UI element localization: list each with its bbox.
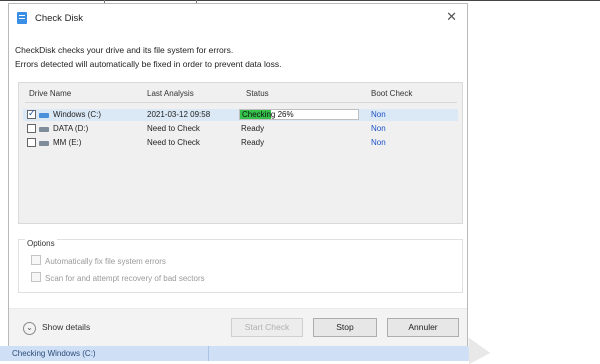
drive-icon — [39, 127, 49, 132]
check-disk-dialog: Check Disk ✕ CheckDisk checks your drive… — [8, 3, 468, 346]
column-header-boot-check[interactable]: Boot Check — [371, 89, 412, 98]
drive-list[interactable]: Drive Name Last Analysis Status Boot Che… — [18, 82, 463, 224]
column-header-status[interactable]: Status — [246, 89, 269, 98]
check-progress-bar: Checking 26% — [239, 109, 359, 120]
drive-name: DATA (D:) — [53, 124, 89, 133]
scan-sectors-label: Scan for and attempt recovery of bad sec… — [45, 274, 205, 283]
dialog-footer: ⌄ Show details Start Check Stop Annuler — [9, 308, 467, 346]
column-header-last-analysis[interactable]: Last Analysis — [147, 89, 194, 98]
check-disk-app-icon — [17, 12, 27, 24]
last-analysis: Need to Check — [147, 124, 200, 133]
drive-icon — [39, 141, 49, 146]
drive-icon — [39, 113, 49, 118]
option-auto-fix[interactable]: Automatically fix file system errors — [31, 255, 166, 267]
drive-name: MM (E:) — [53, 138, 82, 147]
chevron-down-icon[interactable]: ⌄ — [23, 322, 36, 335]
intro-line-1: CheckDisk checks your drive and its file… — [15, 45, 234, 55]
last-analysis: 2021-03-12 09:58 — [147, 110, 211, 119]
column-header-drive-name[interactable]: Drive Name — [29, 89, 71, 98]
boot-check-link[interactable]: Non — [371, 123, 386, 135]
drive-checkbox[interactable] — [27, 138, 36, 147]
drive-checkbox[interactable] — [27, 124, 36, 133]
background-strip-divider — [208, 346, 209, 361]
start-check-button[interactable]: Start Check — [231, 318, 303, 337]
table-row[interactable]: MM (E:) Need to Check Ready Non — [23, 137, 458, 149]
intro-text: CheckDisk checks your drive and its file… — [15, 43, 281, 71]
taskbar-status-text: Checking Windows (C:) — [12, 349, 96, 358]
background-top-border — [0, 0, 600, 1]
last-analysis: Need to Check — [147, 138, 200, 147]
drive-status: Ready — [241, 138, 265, 147]
table-row[interactable]: Windows (C:) 2021-03-12 09:58 Checking 2… — [23, 108, 458, 121]
close-icon[interactable]: ✕ — [446, 10, 457, 23]
options-title: Options — [25, 239, 57, 248]
boot-check-link[interactable]: Non — [371, 109, 386, 121]
dialog-title: Check Disk — [35, 13, 84, 24]
stop-button[interactable]: Stop — [313, 318, 377, 337]
scan-sectors-checkbox[interactable] — [31, 272, 41, 282]
check-progress-text: Checking 26% — [242, 110, 294, 119]
cancel-button[interactable]: Annuler — [387, 318, 459, 337]
intro-line-2: Errors detected will automatically be fi… — [15, 59, 282, 69]
show-details-toggle[interactable]: ⌄ Show details — [23, 322, 90, 335]
header-divider — [25, 102, 457, 103]
options-group: Options Automatically fix file system er… — [18, 239, 463, 293]
boot-check-link[interactable]: Non — [371, 137, 386, 149]
auto-fix-checkbox[interactable] — [31, 255, 41, 265]
table-row[interactable]: DATA (D:) Need to Check Ready Non — [23, 123, 458, 135]
drive-name: Windows (C:) — [53, 110, 102, 119]
option-scan-bad-sectors[interactable]: Scan for and attempt recovery of bad sec… — [31, 272, 205, 284]
show-details-label: Show details — [42, 322, 91, 332]
auto-fix-label: Automatically fix file system errors — [45, 257, 166, 266]
drive-checkbox[interactable] — [27, 108, 36, 119]
drive-status: Ready — [241, 124, 265, 133]
title-bar[interactable]: Check Disk ✕ — [9, 4, 467, 30]
